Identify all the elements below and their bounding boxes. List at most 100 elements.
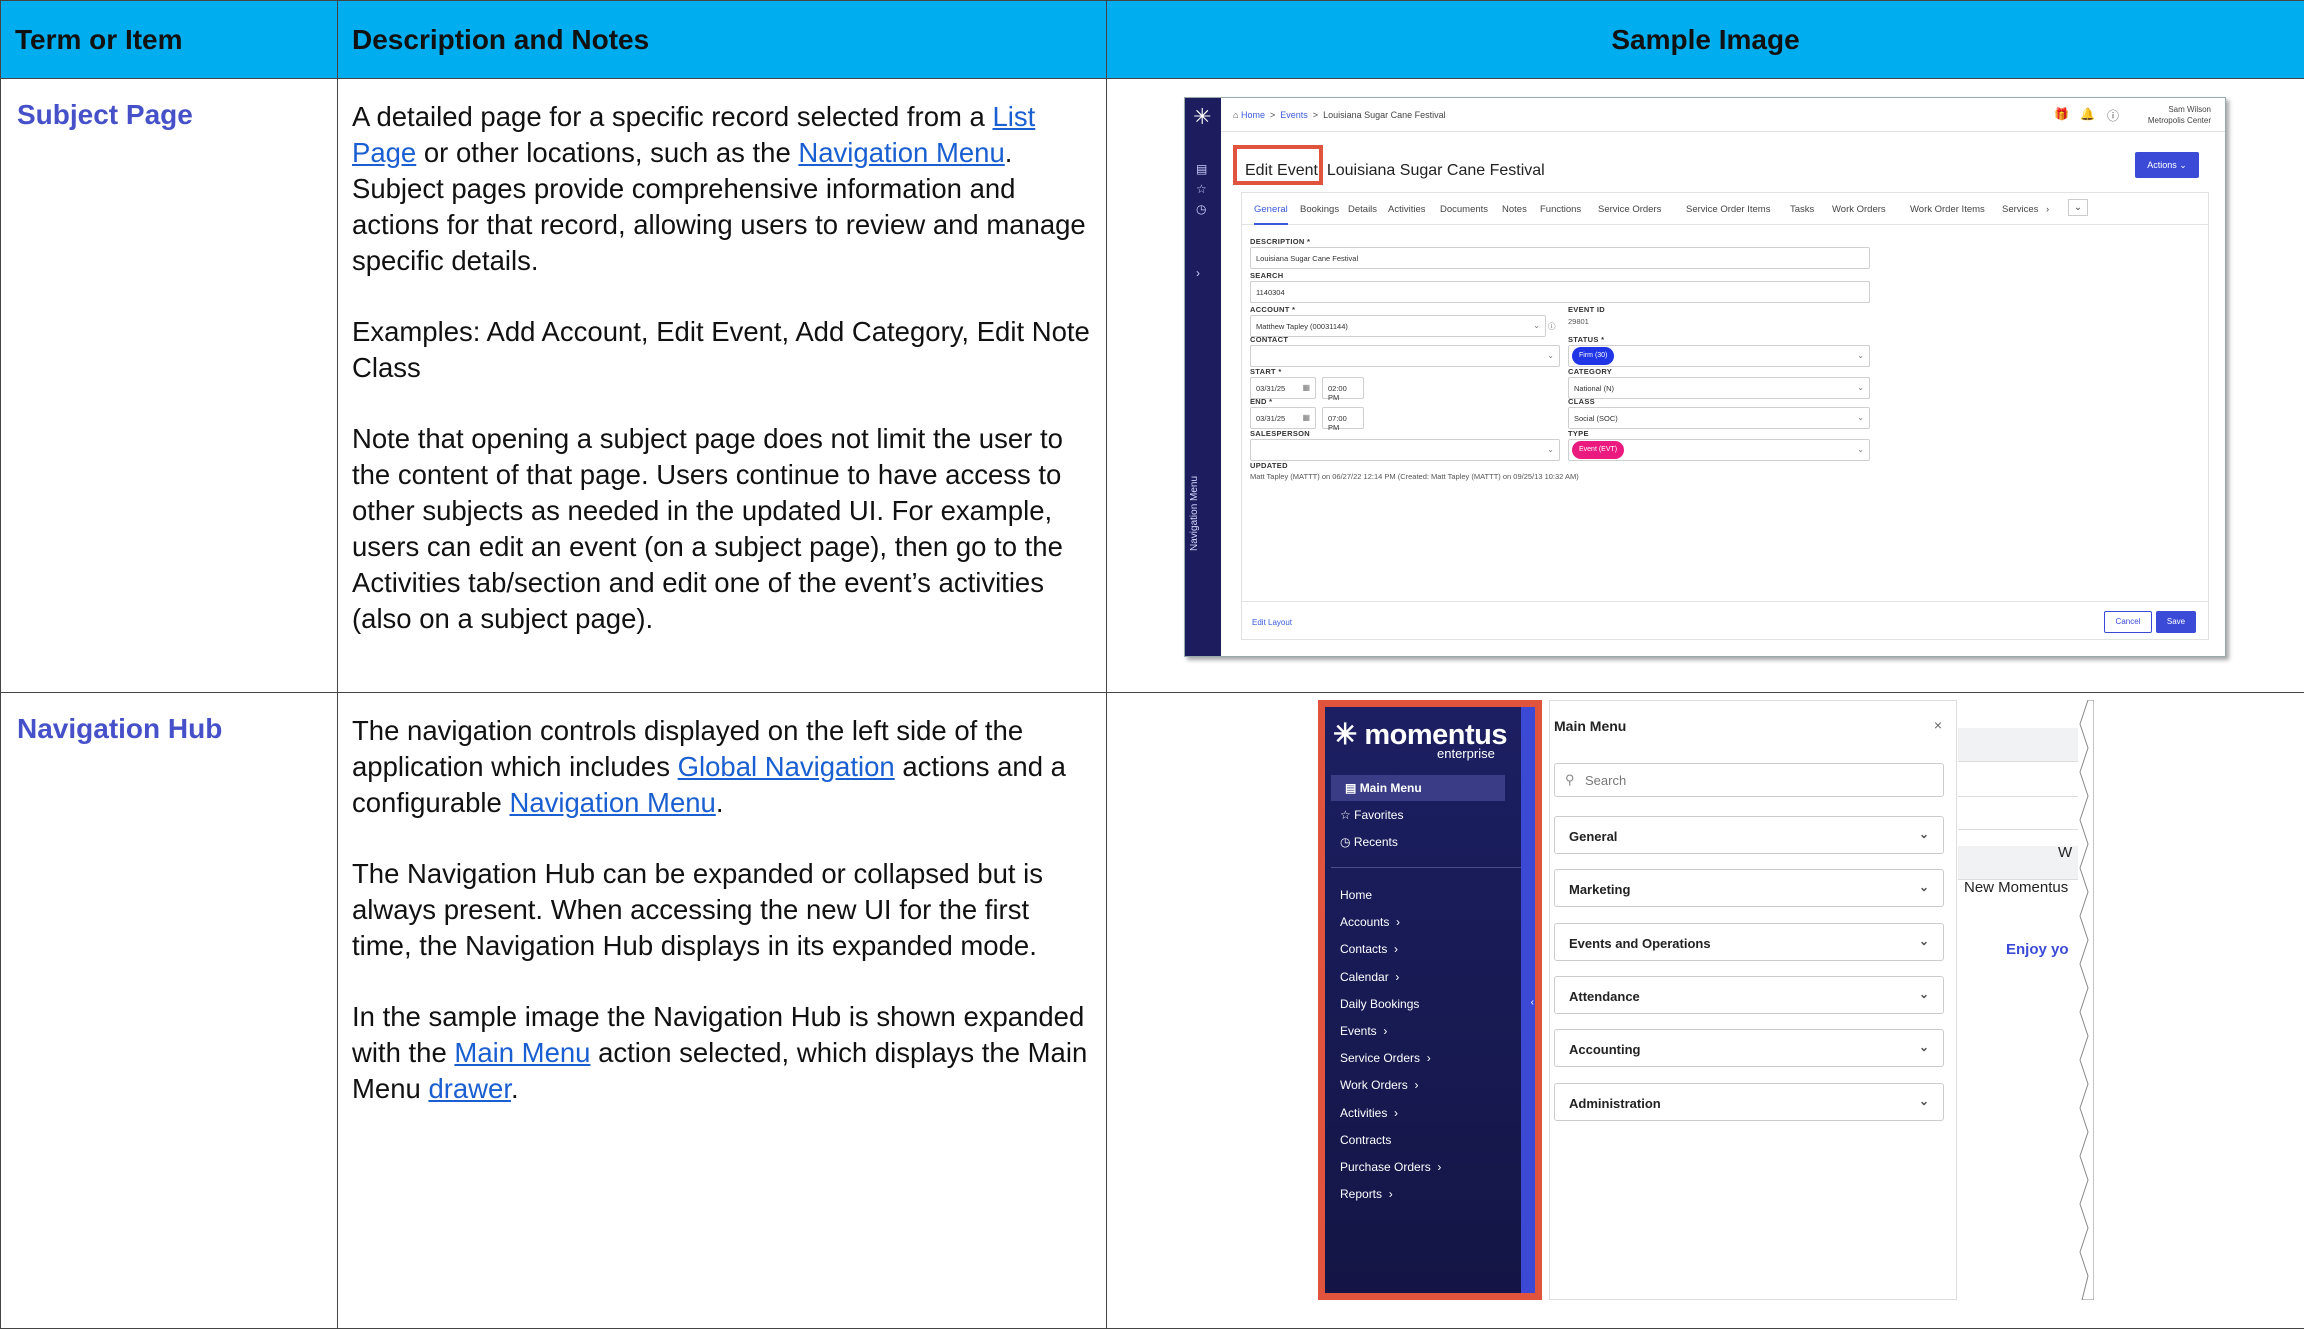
asterisk-logo-icon: ✳ [1333, 719, 1357, 751]
nav-item-contracts[interactable]: Contracts [1340, 1133, 1391, 1147]
header-row: Term or Item Description and Notes Sampl… [1, 1, 2304, 79]
breadcrumb-events[interactable]: Events [1280, 110, 1308, 120]
class-field[interactable]: Social (SOC)⌄ [1568, 407, 1870, 429]
menu-group-label: Administration [1569, 1096, 1661, 1111]
gift-icon[interactable]: 🎁 [2054, 107, 2069, 121]
recents-item[interactable]: ◷ Recents [1340, 835, 1398, 849]
search-input[interactable]: ⚲Search [1554, 763, 1944, 797]
label-account: ACCOUNT * [1250, 305, 1295, 314]
tab-notes[interactable]: Notes [1502, 204, 1527, 215]
end-time-field[interactable]: 07:00 PM [1322, 407, 1364, 429]
sample-image-subject-page: ✳ ▤ ☆ ◷ › Navigation Menu ⌂ Home > Event… [1184, 97, 2226, 657]
calendar-icon[interactable]: ▦ [1302, 383, 1310, 392]
chevron-right-icon: › [1387, 942, 1398, 956]
favorites-icon[interactable]: ☆ [1196, 182, 1207, 196]
user-menu[interactable]: Sam Wilson Metropolis Center [2148, 104, 2211, 126]
menu-group-label: Marketing [1569, 882, 1630, 897]
main-menu-icon[interactable]: ▤ [1196, 162, 1207, 176]
nav-item-activities[interactable]: Activities › [1340, 1106, 1398, 1120]
tab-services[interactable]: Services [2002, 204, 2038, 215]
link-navigation-menu[interactable]: Navigation Menu [509, 787, 715, 818]
tab-bookings[interactable]: Bookings [1300, 204, 1339, 215]
nav-item-reports[interactable]: Reports › [1340, 1187, 1393, 1201]
link-main-menu[interactable]: Main Menu [454, 1037, 590, 1068]
tabs-dropdown-icon[interactable]: ⌄ [2068, 199, 2088, 216]
nav-item-label: Home [1340, 888, 1372, 902]
menu-group-attendance[interactable]: Attendance⌄ [1554, 976, 1944, 1014]
expand-chevron-icon[interactable]: › [1196, 266, 1200, 280]
search-field[interactable]: 1140304 [1250, 281, 1870, 303]
menu-group-general[interactable]: General⌄ [1554, 816, 1944, 854]
link-drawer[interactable]: drawer [428, 1073, 511, 1104]
main-menu-icon: ▤ [1345, 781, 1356, 795]
link-navigation-menu[interactable]: Navigation Menu [798, 137, 1004, 168]
description-field[interactable]: Louisiana Sugar Cane Festival [1250, 247, 1870, 269]
nav-item-label: Accounts [1340, 915, 1389, 929]
tab-service-orders[interactable]: Service Orders [1598, 204, 1661, 215]
logo-subtitle: enterprise [1437, 746, 1495, 761]
header-description: Description and Notes [338, 1, 1107, 79]
bell-icon[interactable]: 🔔 [2080, 107, 2095, 121]
navigation-rail: ✳ ▤ ☆ ◷ › Navigation Menu [1185, 98, 1221, 656]
status-field[interactable]: Firm (30) ⌄ [1568, 345, 1870, 367]
chevron-left-icon[interactable]: ‹ [1531, 997, 1534, 1008]
save-button[interactable]: Save [2156, 611, 2196, 633]
nav-item-accounts[interactable]: Accounts › [1340, 915, 1400, 929]
nav-item-purchase-orders[interactable]: Purchase Orders › [1340, 1160, 1441, 1174]
category-field[interactable]: National (N)⌄ [1568, 377, 1870, 399]
account-field[interactable]: Matthew Tapley (00031144)⌄ [1250, 315, 1546, 337]
menu-group-administration[interactable]: Administration ⌄ [1554, 1083, 1944, 1121]
tab-general[interactable]: General [1254, 204, 1288, 225]
breadcrumb-separator: > [1267, 110, 1277, 120]
nav-item-contacts[interactable]: Contacts › [1340, 942, 1398, 956]
breadcrumb-home[interactable]: Home [1241, 110, 1265, 120]
status-pill: Firm (30) [1572, 347, 1614, 365]
contact-field[interactable]: ⌄ [1250, 345, 1560, 367]
start-date-field[interactable]: 03/31/25▦ [1250, 377, 1316, 399]
type-field[interactable]: Event (EVT)⌄ [1568, 439, 1870, 461]
nav-item-work-orders[interactable]: Work Orders › [1340, 1078, 1418, 1092]
link-global-navigation[interactable]: Global Navigation [678, 751, 895, 782]
calendar-icon[interactable]: ▦ [1302, 413, 1310, 422]
nav-item-events[interactable]: Events › [1340, 1024, 1387, 1038]
menu-group-marketing[interactable]: Marketing⌄ [1554, 869, 1944, 907]
label-event-id: EVENT ID [1568, 305, 1605, 314]
main-menu-item[interactable]: ▤ Main Menu [1331, 775, 1505, 801]
recents-label: Recents [1354, 835, 1398, 849]
favorites-item[interactable]: ☆ Favorites [1340, 808, 1403, 822]
tab-documents[interactable]: Documents [1440, 204, 1488, 215]
tab-work-orders[interactable]: Work Orders [1832, 204, 1886, 215]
term-cell: Navigation Hub [1, 693, 338, 1329]
start-time-field[interactable]: 02:00 PM [1322, 377, 1364, 399]
user-name: Sam Wilson [2148, 104, 2211, 115]
tab-details[interactable]: Details [1348, 204, 1377, 215]
actions-button[interactable]: Actions ⌄ [2135, 152, 2199, 178]
chevron-right-icon: › [1408, 1078, 1419, 1092]
nav-item-label: Service Orders [1340, 1051, 1420, 1065]
info-icon[interactable]: ⓘ [1548, 321, 1556, 332]
salesperson-field[interactable]: ⌄ [1250, 439, 1560, 461]
recents-icon[interactable]: ◷ [1196, 202, 1206, 216]
menu-group-events-and-operations[interactable]: Events and Operations⌄ [1554, 923, 1944, 961]
tab-activities[interactable]: Activities [1388, 204, 1425, 215]
nav-item-daily-bookings[interactable]: Daily Bookings [1340, 997, 1419, 1011]
breadcrumb-current: Louisiana Sugar Cane Festival [1323, 110, 1446, 120]
tab-tasks[interactable]: Tasks [1790, 204, 1814, 215]
end-date-field[interactable]: 03/31/25▦ [1250, 407, 1316, 429]
chevron-right-icon: › [1389, 915, 1400, 929]
nav-item-service-orders[interactable]: Service Orders › [1340, 1051, 1431, 1065]
tab-functions[interactable]: Functions [1540, 204, 1581, 215]
tab-work-order-items[interactable]: Work Order Items [1910, 204, 1985, 215]
menu-group-accounting[interactable]: Accounting⌄ [1554, 1029, 1944, 1067]
help-icon[interactable]: ⓘ [2107, 107, 2119, 124]
cancel-button[interactable]: Cancel [2104, 611, 2152, 633]
nav-item-label: Purchase Orders [1340, 1160, 1431, 1174]
tab-service-order-items[interactable]: Service Order Items [1686, 204, 1770, 215]
close-icon[interactable]: × [1934, 717, 1942, 733]
edit-layout-link[interactable]: Edit Layout [1252, 618, 1292, 627]
chevron-down-icon: ⌄ [1919, 1094, 1929, 1108]
tabs-more-icon[interactable]: › [2046, 204, 2049, 215]
nav-item-calendar[interactable]: Calendar › [1340, 970, 1399, 984]
nav-item-home[interactable]: Home [1340, 888, 1372, 902]
chevron-down-icon: ⌄ [1857, 351, 1864, 360]
